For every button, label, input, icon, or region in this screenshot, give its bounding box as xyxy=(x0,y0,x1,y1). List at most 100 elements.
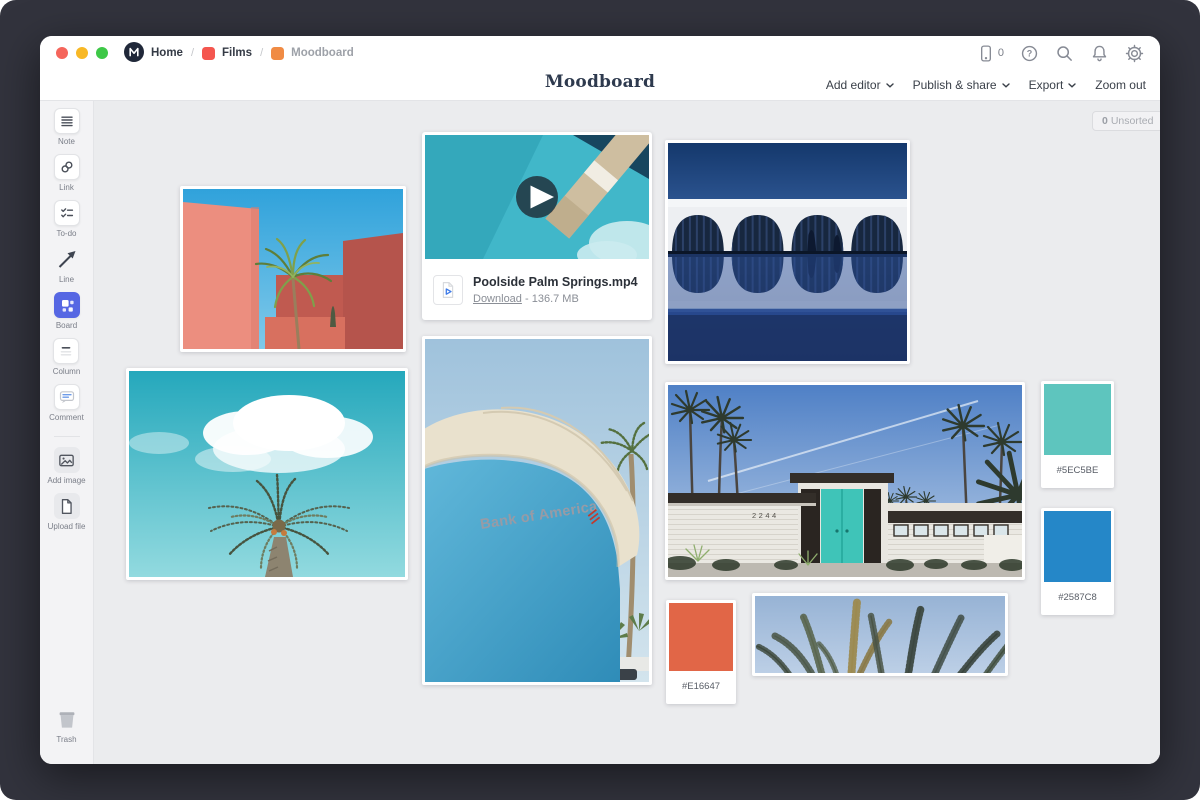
breadcrumb-separator: / xyxy=(260,47,263,59)
minimize-button[interactable] xyxy=(76,47,88,59)
midcentury-house-illustration: 2244 xyxy=(668,385,1022,577)
close-button[interactable] xyxy=(56,47,68,59)
swatch-orange-hex: #E16647 xyxy=(669,671,733,701)
board-icon-red xyxy=(202,47,215,60)
video-meta: Download - 136.7 MB xyxy=(473,293,638,305)
swatch-orange[interactable]: #E16647 xyxy=(666,600,736,704)
notifications-button[interactable] xyxy=(1090,44,1109,63)
titlebar: Home / Films / Moodboard 0 xyxy=(40,36,1160,70)
breadcrumb-moodboard[interactable]: Moodboard xyxy=(271,47,354,60)
arrow-icon xyxy=(54,246,80,272)
board-icon xyxy=(54,292,80,318)
trash-dropzone[interactable]: Trash xyxy=(40,706,93,744)
video-file-icon xyxy=(433,275,463,305)
header: Home / Films / Moodboard 0 xyxy=(40,36,1160,101)
video-card[interactable]: Poolside Palm Springs.mp4 Download - 136… xyxy=(422,132,652,320)
photo-midcentury-house[interactable]: 2244 xyxy=(665,382,1025,580)
swatch-blue-color xyxy=(1044,511,1111,582)
video-file-info: Poolside Palm Springs.mp4 Download - 136… xyxy=(473,275,638,305)
svg-text:?: ? xyxy=(1027,48,1033,58)
svg-text:2244: 2244 xyxy=(752,511,779,520)
photo-bank-building[interactable]: Bank of America xyxy=(422,336,652,685)
tool-todo[interactable]: To-do xyxy=(54,200,80,238)
tool-line-label: Line xyxy=(59,275,74,284)
tool-note[interactable]: Note xyxy=(54,108,80,146)
unsorted-count: 0 xyxy=(1102,115,1108,127)
tool-line[interactable]: Line xyxy=(54,246,80,284)
video-meta-separator: - xyxy=(525,293,529,305)
swatch-orange-color xyxy=(669,603,733,671)
board-canvas[interactable]: 0Unsorted xyxy=(94,101,1160,764)
unsorted-badge[interactable]: 0Unsorted xyxy=(1092,111,1160,131)
publish-share-button[interactable]: Publish & share xyxy=(913,78,1010,92)
photo-pink-building[interactable] xyxy=(180,186,406,352)
tool-comment[interactable]: Comment xyxy=(49,384,84,422)
file-icon xyxy=(54,493,80,519)
bank-building-illustration: Bank of America xyxy=(425,339,649,682)
download-link[interactable]: Download xyxy=(473,293,522,305)
export-label: Export xyxy=(1029,78,1064,92)
header-actions: Add editor Publish & share Export Zoom o… xyxy=(826,70,1146,100)
photo-palm-fronds[interactable] xyxy=(752,593,1008,676)
milanote-logo-icon xyxy=(124,42,144,65)
help-button[interactable]: ? xyxy=(1020,44,1039,63)
tool-column-label: Column xyxy=(53,367,81,376)
breadcrumb-home[interactable]: Home xyxy=(124,42,183,65)
play-button[interactable] xyxy=(516,176,558,218)
todo-icon xyxy=(54,200,80,226)
swatch-teal[interactable]: #5EC5BE xyxy=(1041,381,1114,488)
tool-comment-label: Comment xyxy=(49,413,84,422)
breadcrumb-films-label: Films xyxy=(222,47,252,59)
tool-link[interactable]: Link xyxy=(54,154,80,192)
tool-column[interactable]: Column xyxy=(53,338,81,376)
zoom-out-label: Zoom out xyxy=(1095,78,1146,92)
video-filename: Poolside Palm Springs.mp4 xyxy=(473,275,638,291)
export-button[interactable]: Export xyxy=(1029,78,1077,92)
video-file-footer: Poolside Palm Springs.mp4 Download - 136… xyxy=(425,264,649,317)
publish-share-label: Publish & share xyxy=(913,78,997,92)
tool-note-label: Note xyxy=(58,137,75,146)
add-editor-label: Add editor xyxy=(826,78,881,92)
unsorted-label: Unsorted xyxy=(1111,115,1154,127)
pool-video-thumbnail xyxy=(425,135,649,259)
photo-palm-cloud[interactable] xyxy=(126,368,408,580)
chevron-down-icon xyxy=(1002,83,1010,88)
chevron-down-icon xyxy=(886,83,894,88)
breadcrumb-films[interactable]: Films xyxy=(202,47,252,60)
gear-icon xyxy=(1125,44,1144,63)
photo-blue-palace[interactable] xyxy=(665,140,910,364)
tool-board[interactable]: Board xyxy=(54,292,80,330)
app-window: Home / Films / Moodboard 0 xyxy=(40,36,1160,764)
swatch-blue[interactable]: #2587C8 xyxy=(1041,508,1114,615)
comment-icon xyxy=(54,384,80,410)
blue-palace-illustration xyxy=(668,143,907,361)
sidebar-divider xyxy=(54,436,80,437)
palm-fronds-illustration xyxy=(755,596,1005,673)
board-icon-orange xyxy=(271,47,284,60)
zoom-out-button[interactable]: Zoom out xyxy=(1095,78,1146,92)
breadcrumb-separator: / xyxy=(191,47,194,59)
swatch-blue-hex: #2587C8 xyxy=(1044,582,1111,612)
topbar-icons: 0 ? xyxy=(977,44,1144,63)
tool-upload-file[interactable]: Upload file xyxy=(48,493,86,531)
bell-icon xyxy=(1090,44,1109,63)
tool-add-image[interactable]: Add image xyxy=(47,447,85,485)
trash-label: Trash xyxy=(56,735,76,744)
palm-cloud-illustration xyxy=(129,371,405,577)
settings-button[interactable] xyxy=(1125,44,1144,63)
zoom-button[interactable] xyxy=(96,47,108,59)
desktop-background: Home / Films / Moodboard 0 xyxy=(0,0,1200,800)
swatch-teal-color xyxy=(1044,384,1111,455)
window-controls xyxy=(56,47,108,59)
search-button[interactable] xyxy=(1055,44,1074,63)
tool-sidebar: Note Link To-do Line Board xyxy=(40,101,94,764)
swatch-teal-hex: #5EC5BE xyxy=(1044,455,1111,485)
note-icon xyxy=(54,108,80,134)
board-header: Moodboard Add editor Publish & share Exp… xyxy=(40,70,1160,100)
column-icon xyxy=(53,338,79,364)
add-editor-button[interactable]: Add editor xyxy=(826,78,894,92)
mobile-app-button[interactable]: 0 xyxy=(977,44,1004,63)
video-filesize: 136.7 MB xyxy=(532,293,579,305)
image-icon xyxy=(54,447,80,473)
tool-board-label: Board xyxy=(56,321,77,330)
